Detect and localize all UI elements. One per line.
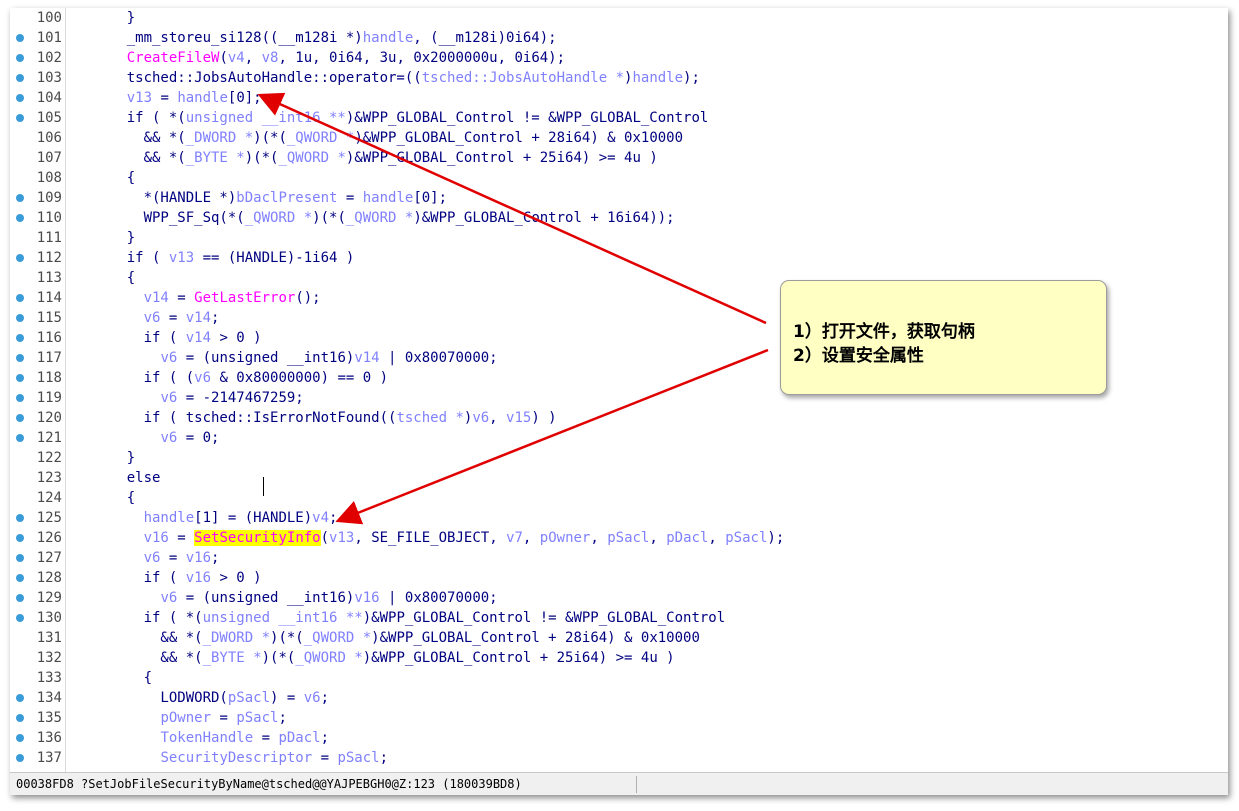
arrow-to-setsecurityinfo-line [335,348,769,525]
annotation-arrows [257,92,769,525]
note-line-1: 1）打开文件，获取句柄 [793,322,975,342]
annotation-note: 1）打开文件，获取句柄 2）设置安全属性 [780,280,1107,395]
note-line-2: 2）设置安全属性 [793,346,924,366]
arrow-to-handle-line [257,92,767,325]
